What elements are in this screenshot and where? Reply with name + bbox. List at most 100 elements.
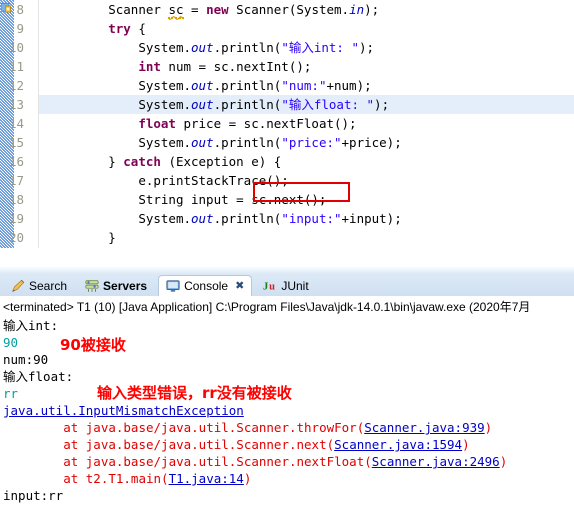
code-token: sc bbox=[168, 2, 184, 19]
line-number: 20 bbox=[8, 230, 24, 245]
line-number: 18 bbox=[8, 192, 24, 207]
svg-text:J: J bbox=[263, 281, 268, 292]
line-number: 10 bbox=[8, 40, 24, 55]
code-token: e.printStackTrace(); bbox=[138, 173, 289, 188]
stacktrace-link[interactable]: Scanner.java:1594 bbox=[334, 437, 462, 452]
console-text: at t2.T1.main( bbox=[3, 471, 169, 486]
code-token: +price); bbox=[341, 135, 402, 150]
console-line: at java.base/java.util.Scanner.throwFor(… bbox=[3, 419, 492, 436]
search-pen-icon bbox=[11, 279, 25, 293]
code-line[interactable]: } bbox=[39, 247, 574, 248]
code-token: try bbox=[108, 21, 131, 36]
code-token: System. bbox=[138, 97, 191, 112]
code-token: out bbox=[191, 211, 214, 226]
console-text: ) bbox=[462, 437, 470, 452]
code-token: ); bbox=[374, 97, 390, 112]
code-token: .println( bbox=[213, 211, 282, 226]
line-number: 14 bbox=[8, 116, 24, 131]
code-token: "输入int: " bbox=[281, 40, 359, 55]
console-text: num:90 bbox=[3, 352, 49, 367]
tab-junit[interactable]: Ju JUnit bbox=[256, 275, 315, 296]
close-icon[interactable]: ✖ bbox=[235, 280, 244, 292]
code-token: { bbox=[130, 21, 146, 36]
code-token: ); bbox=[359, 40, 375, 55]
console-line: 输入float: bbox=[3, 368, 81, 385]
code-line[interactable]: System.out.println("输入float: "); bbox=[39, 95, 574, 114]
stacktrace-link[interactable]: Scanner.java:2496 bbox=[372, 454, 500, 469]
line-number: 9 bbox=[16, 21, 24, 36]
console-text: at java.base/java.util.Scanner.throwFor( bbox=[3, 420, 365, 435]
eclipse-ide-window: 8 9 10 11 12 13 14 15 16 17 18 19 20 21 Scanner sc = … bbox=[0, 0, 574, 527]
code-line[interactable]: System.out.println("input:"+input); bbox=[39, 209, 574, 228]
code-line[interactable]: e.printStackTrace(); bbox=[39, 171, 574, 190]
code-line[interactable]: } bbox=[39, 228, 574, 247]
console-icon bbox=[166, 279, 180, 293]
code-token: System. bbox=[138, 211, 191, 226]
line-number: 8 bbox=[16, 2, 24, 17]
code-line[interactable]: float price = sc.nextFloat(); bbox=[39, 114, 574, 133]
console-text[interactable]: java.util.InputMismatchException bbox=[3, 403, 244, 418]
code-token: .println( bbox=[213, 78, 282, 93]
code-token: } bbox=[108, 230, 116, 245]
console-text: at java.base/java.util.Scanner.nextFloat… bbox=[3, 454, 372, 469]
code-token: String input = sc.next(); bbox=[138, 192, 327, 207]
code-line[interactable]: System.out.println("price:"+price); bbox=[39, 133, 574, 152]
code-line[interactable]: } catch (Exception e) { bbox=[39, 152, 574, 171]
code-token: float bbox=[138, 116, 176, 131]
svg-text:u: u bbox=[269, 281, 275, 292]
code-line[interactable]: System.out.println("num:"+num); bbox=[39, 76, 574, 95]
bottom-panel-tabbar[interactable]: Search Servers Console ✖ Ju JUnit bbox=[0, 274, 574, 296]
console-text: input:rr bbox=[3, 488, 64, 503]
code-token: "输入float: " bbox=[281, 97, 375, 112]
console-line: at t2.T1.main(T1.java:14) bbox=[3, 470, 251, 487]
tab-servers[interactable]: Servers bbox=[78, 275, 154, 296]
console-line: 输入int: bbox=[3, 317, 66, 334]
code-token: ); bbox=[364, 2, 380, 17]
code-token: System. bbox=[138, 78, 191, 93]
code-editor[interactable]: 8 9 10 11 12 13 14 15 16 17 18 19 20 21 Scanner sc = … bbox=[0, 0, 574, 248]
line-number: 11 bbox=[8, 59, 24, 74]
code-token: price = sc.nextFloat(); bbox=[175, 116, 357, 131]
console-line: num:90 bbox=[3, 351, 48, 368]
console-text: rr bbox=[3, 386, 19, 401]
tab-label: JUnit bbox=[281, 278, 309, 293]
console-line: java.util.InputMismatchException bbox=[3, 402, 244, 419]
console-text: 输入int: bbox=[3, 318, 66, 333]
tab-label: Servers bbox=[103, 278, 148, 293]
code-token: (Exception e) { bbox=[160, 154, 282, 169]
code-line[interactable]: String input = sc.next(); bbox=[39, 190, 574, 209]
code-token: .println( bbox=[213, 135, 282, 150]
line-number: 16 bbox=[8, 154, 24, 169]
code-token: +input); bbox=[341, 211, 402, 226]
code-token: Scanner(System. bbox=[228, 2, 350, 17]
stacktrace-link[interactable]: Scanner.java:939 bbox=[364, 420, 484, 435]
code-lines[interactable]: Scanner sc = new Scanner(System.in); try… bbox=[39, 0, 574, 248]
code-line[interactable]: try { bbox=[39, 19, 574, 38]
console-view[interactable]: <terminated> T1 (10) [Java Application] … bbox=[0, 296, 574, 527]
code-token: .println( bbox=[213, 97, 282, 112]
servers-icon bbox=[85, 279, 99, 293]
code-line[interactable]: int num = sc.nextInt(); bbox=[39, 57, 574, 76]
code-line[interactable]: System.out.println("输入int: "); bbox=[39, 38, 574, 57]
line-number: 13 bbox=[8, 97, 24, 112]
console-text: ) bbox=[499, 454, 508, 469]
tab-search[interactable]: Search bbox=[4, 275, 74, 296]
line-number: 21 bbox=[0, 247, 24, 248]
line-number: 19 bbox=[8, 211, 24, 226]
stacktrace-link[interactable]: T1.java:14 bbox=[169, 471, 244, 486]
code-token: } bbox=[108, 154, 124, 169]
panel-divider bbox=[0, 266, 574, 274]
code-token: out bbox=[191, 78, 214, 93]
code-token: out bbox=[191, 40, 214, 55]
tab-console[interactable]: Console ✖ bbox=[158, 275, 253, 296]
line-number: 17 bbox=[8, 173, 24, 188]
code-line[interactable]: Scanner sc = new Scanner(System.in); bbox=[39, 0, 574, 19]
code-token: = bbox=[183, 2, 207, 17]
